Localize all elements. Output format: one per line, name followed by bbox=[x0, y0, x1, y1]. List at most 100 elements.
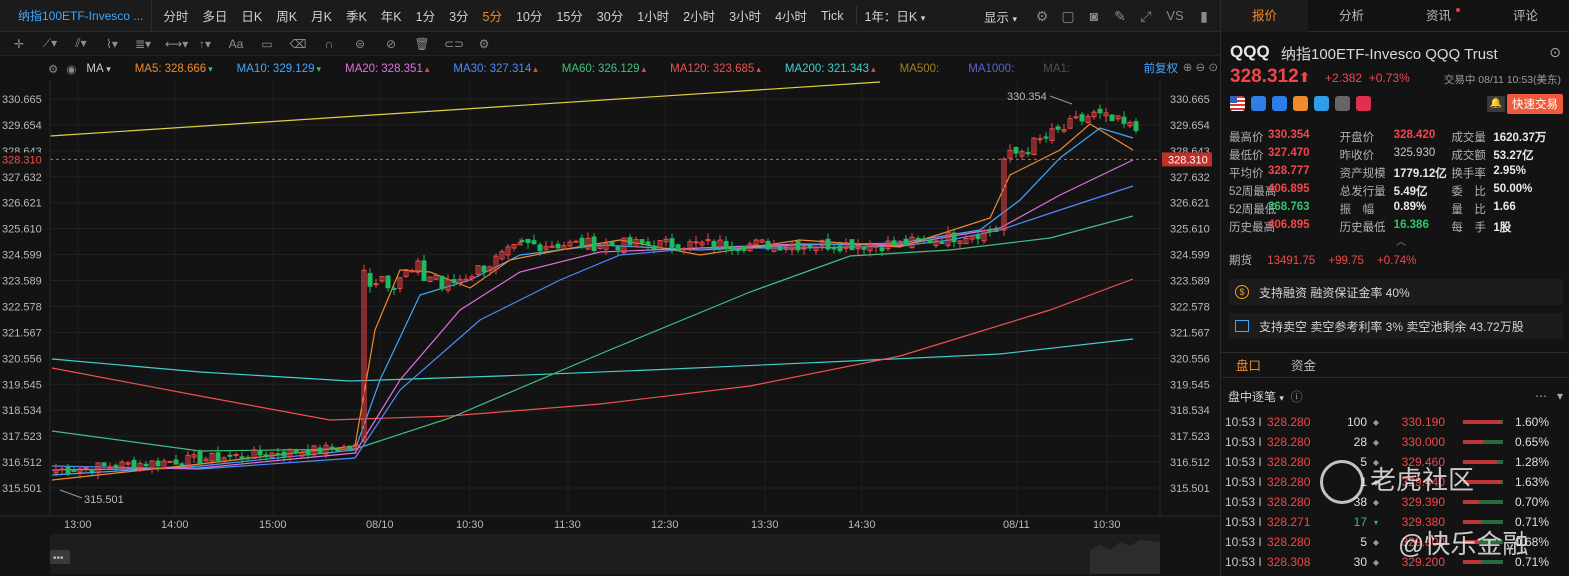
pen-icon[interactable]: ✎ bbox=[1112, 8, 1128, 24]
text-icon[interactable]: Aa bbox=[227, 37, 245, 51]
period-8[interactable]: 3分 bbox=[442, 6, 475, 25]
trash-icon[interactable]: 🗑 bbox=[413, 37, 431, 51]
fullscreen-icon[interactable]: ⤢ bbox=[1138, 8, 1154, 24]
candle-body bbox=[915, 237, 921, 240]
eye-icon[interactable]: ◉ bbox=[66, 62, 76, 76]
period-17[interactable]: Tick bbox=[814, 9, 850, 23]
kline-chart[interactable]: 330.665 330.665 329.654 329.654 328.643 328.6… bbox=[0, 80, 1220, 576]
preset-selector[interactable]: 1年：日K ▾ bbox=[856, 6, 932, 25]
note-icon[interactable]: ▭ bbox=[258, 37, 276, 51]
lock-icon[interactable]: ⊜ bbox=[351, 37, 369, 51]
range-icon[interactable]: ⟷▾ bbox=[165, 37, 188, 51]
futures-row[interactable]: 期货 13491.75 +99.75 +0.74% bbox=[1229, 252, 1416, 268]
more-options-icon[interactable]: ⋯ bbox=[1535, 389, 1547, 403]
tick-ratio-bar bbox=[1463, 420, 1503, 424]
doc-icon[interactable] bbox=[1335, 96, 1350, 111]
ma-settings-icon[interactable]: ⚙ bbox=[48, 62, 58, 76]
y-tick-right: 327.632 bbox=[1170, 172, 1210, 184]
candle-body bbox=[1055, 126, 1061, 130]
eraser-icon[interactable]: ⌫ bbox=[289, 37, 307, 51]
arrow-up-icon[interactable]: ↑▾ bbox=[196, 37, 214, 51]
period-12[interactable]: 30分 bbox=[590, 6, 630, 25]
period-15[interactable]: 3小时 bbox=[722, 6, 768, 25]
candle-body bbox=[537, 244, 543, 251]
period-6[interactable]: 年K bbox=[374, 6, 409, 25]
depth-tab-0[interactable]: 盘口 bbox=[1221, 353, 1276, 377]
candle-body bbox=[373, 283, 379, 286]
depth-tab-1[interactable]: 资金 bbox=[1276, 353, 1331, 377]
period-3[interactable]: 周K bbox=[269, 6, 304, 25]
chart-trend-icon[interactable] bbox=[1293, 96, 1308, 111]
tab-1[interactable]: 分析 bbox=[1308, 0, 1395, 32]
period-9[interactable]: 5分 bbox=[476, 6, 509, 25]
period-2[interactable]: 日K bbox=[234, 6, 269, 25]
y-tick-right: 318.534 bbox=[1170, 405, 1210, 417]
candle-body bbox=[239, 456, 245, 459]
tick-flag: ▾ bbox=[1373, 517, 1378, 527]
expand-icon[interactable]: ▾ bbox=[1557, 389, 1563, 403]
vs-button[interactable]: VS bbox=[1164, 8, 1186, 24]
adjust-button[interactable]: 前复权 bbox=[1144, 60, 1179, 76]
channel-icon[interactable]: ⫽▾ bbox=[72, 36, 90, 51]
hide-icon[interactable]: ⊘ bbox=[382, 37, 400, 51]
x-tick: 13:30 bbox=[751, 519, 779, 531]
dollar-icon[interactable] bbox=[1272, 96, 1287, 111]
short-info[interactable]: 支持卖空 卖空参考利率 3% 卖空池剩余 43.72万股 bbox=[1229, 313, 1563, 339]
draw-settings-icon[interactable]: ⚙ bbox=[475, 37, 493, 51]
tab-2[interactable]: 资讯 bbox=[1395, 0, 1482, 32]
candle-body bbox=[975, 234, 981, 240]
zoom-icons[interactable]: ⊕ ⊖ ⊙ bbox=[1183, 60, 1218, 74]
period-14[interactable]: 2小时 bbox=[676, 6, 722, 25]
period-13[interactable]: 1小时 bbox=[630, 6, 676, 25]
settings-icon[interactable]: ⚙ bbox=[1034, 8, 1050, 24]
stats-row: 最低价 327.470 昨收价 325.930 成交额 53.27亿 bbox=[1229, 146, 1564, 164]
magnet-icon[interactable]: ∩ bbox=[320, 37, 338, 51]
ma-item: MA200: 321.343 ▴ bbox=[785, 63, 876, 75]
tick-header[interactable]: 盘中逐笔 ▾ ⓘ bbox=[1228, 388, 1303, 405]
info-icon[interactable]: ⓘ bbox=[1291, 390, 1303, 404]
symbol-tab[interactable]: 纳指100ETF-Invesco ... bbox=[0, 0, 153, 32]
period-4[interactable]: 月K bbox=[304, 6, 339, 25]
period-5[interactable]: 季K bbox=[339, 6, 374, 25]
drawing-toolbar: ✛ ⟋▾ ⫽▾ ⌇▾ ≣▾ ⟷▾ ↑▾ Aa ▭ ⌫ ∩ ⊜ ⊘ 🗑 ⊂⊃ ⚙ bbox=[0, 32, 1220, 56]
period-11[interactable]: 15分 bbox=[549, 6, 589, 25]
camera-icon[interactable]: ◙ bbox=[1086, 8, 1102, 24]
link-icon[interactable]: ⊂⊃ bbox=[444, 37, 464, 51]
collapse-icon[interactable]: ︿ bbox=[1396, 233, 1406, 248]
period-1[interactable]: 多日 bbox=[195, 6, 234, 25]
ma-arrow: ▴ bbox=[533, 64, 538, 74]
crosshair-icon[interactable]: ✛ bbox=[10, 37, 28, 51]
candle-body bbox=[831, 247, 837, 250]
candle-body bbox=[59, 468, 65, 471]
more-icon[interactable]: ⊙ bbox=[1549, 44, 1561, 61]
fib-icon[interactable]: ≣▾ bbox=[134, 37, 152, 51]
ma-item: MA1000: bbox=[968, 63, 1019, 75]
favorite-icon[interactable] bbox=[1356, 96, 1371, 111]
stat-value: 1股 bbox=[1493, 222, 1512, 234]
stats-row: 52周最低 268.763 振 幅 0.89% 量 比 1.66 bbox=[1229, 200, 1564, 218]
tab-0[interactable]: 报价 bbox=[1221, 0, 1308, 32]
polyline-icon[interactable]: ⌇▾ bbox=[103, 37, 121, 51]
chevron-down-icon: ▾ bbox=[1012, 13, 1017, 24]
tag-icon[interactable] bbox=[1314, 96, 1329, 111]
period-10[interactable]: 10分 bbox=[509, 6, 549, 25]
alert-bell-icon[interactable]: 🔔 bbox=[1487, 96, 1505, 112]
indicator-select[interactable]: MA ▾ bbox=[86, 63, 110, 75]
candle-body bbox=[347, 445, 353, 449]
period-16[interactable]: 4小时 bbox=[768, 6, 814, 25]
stat-key: 昨收价 bbox=[1339, 150, 1375, 162]
trendline-icon[interactable]: ⟋▾ bbox=[41, 36, 59, 51]
margin-info[interactable]: $ 支持融资 融资保证金率 40% bbox=[1229, 279, 1563, 305]
tab-3[interactable]: 评论 bbox=[1482, 0, 1569, 32]
candle-body bbox=[83, 467, 89, 470]
layout-icon[interactable]: ▢ bbox=[1060, 8, 1076, 24]
stat-key: 历史最低 bbox=[1339, 222, 1386, 234]
fast-trade-button[interactable]: 快速交易 bbox=[1507, 94, 1563, 114]
candle-body bbox=[179, 463, 185, 466]
panel-toggle-icon[interactable]: ▮ bbox=[1196, 8, 1212, 24]
display-menu[interactable]: 显示 ▾ bbox=[977, 7, 1024, 26]
flash-icon[interactable] bbox=[1251, 96, 1266, 111]
candle-body bbox=[669, 238, 675, 248]
period-0[interactable]: 分时 bbox=[156, 6, 195, 25]
period-7[interactable]: 1分 bbox=[409, 6, 442, 25]
